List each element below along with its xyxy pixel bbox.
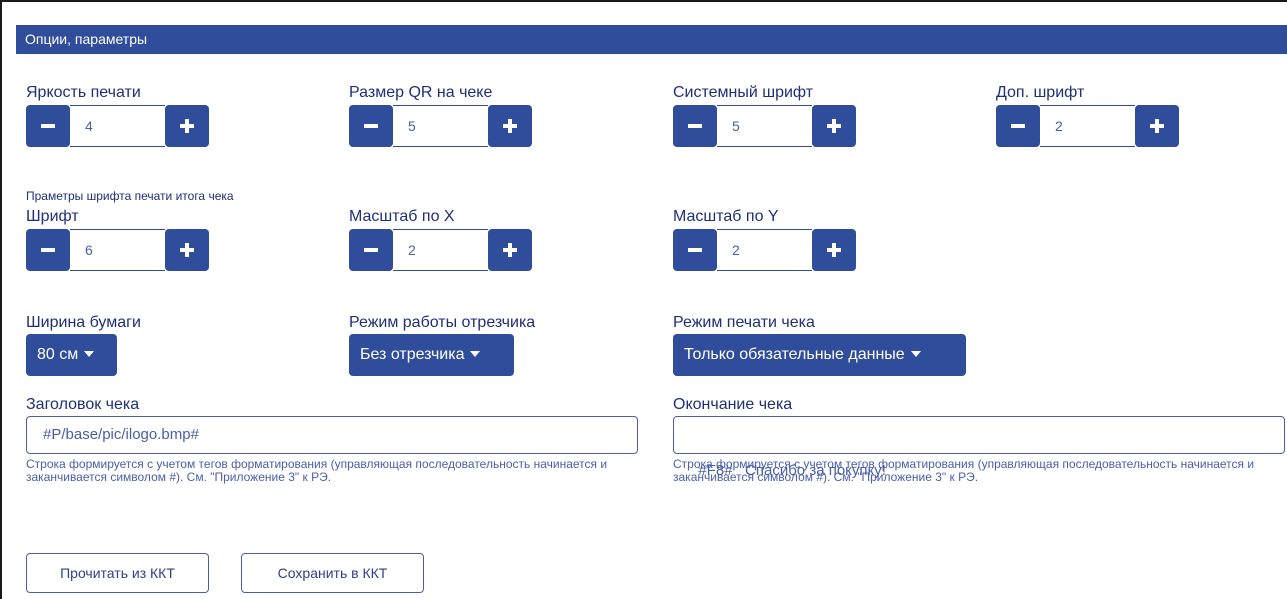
- receipt-header-label: Заголовок чека: [26, 396, 140, 413]
- paper-width-value: 80 см: [37, 346, 79, 363]
- decrement-button[interactable]: [26, 105, 70, 147]
- minus-icon: [41, 248, 55, 252]
- paper-width-label: Ширина бумаги: [26, 314, 141, 331]
- increment-button[interactable]: [1135, 105, 1179, 147]
- minus-icon: [364, 248, 378, 252]
- save-to-kkt-button[interactable]: Сохранить в ККТ: [241, 553, 424, 593]
- extra-font-field: Доп. шрифт 2: [996, 84, 1186, 148]
- system-font-label: Системный шрифт: [673, 84, 814, 101]
- caret-down-icon: [910, 350, 921, 357]
- decrement-button[interactable]: [349, 105, 393, 147]
- receipt-footer-input[interactable]: #F8# Спасибо за покупку!: [673, 416, 1285, 479]
- total-font-input[interactable]: 6: [70, 229, 165, 271]
- print-brightness-field: Яркость печати 4: [26, 84, 216, 148]
- system-font-input[interactable]: 5: [717, 105, 812, 147]
- increment-button[interactable]: [165, 229, 209, 271]
- print-mode-value: Только обязательные данные: [684, 346, 905, 363]
- minus-icon: [1011, 124, 1025, 128]
- scale-x-input[interactable]: 2: [393, 229, 488, 271]
- receipt-footer-label: Окончание чека: [673, 396, 793, 413]
- total-font-field: Шрифт 6: [26, 208, 216, 272]
- increment-button[interactable]: [812, 229, 856, 271]
- minus-icon: [688, 124, 702, 128]
- section-header: Опции, параметры: [16, 25, 1287, 54]
- decrement-button[interactable]: [26, 229, 70, 271]
- total-font-note: Праметры шрифта печати итога чека: [26, 189, 234, 203]
- scale-x-label: Масштаб по X: [349, 208, 455, 225]
- increment-button[interactable]: [488, 105, 532, 147]
- increment-button[interactable]: [165, 105, 209, 147]
- qr-size-input[interactable]: 5: [393, 105, 488, 147]
- system-font-field: Системный шрифт 5: [673, 84, 863, 148]
- minus-icon: [364, 124, 378, 128]
- scale-y-input[interactable]: 2: [717, 229, 812, 271]
- print-brightness-input[interactable]: 4: [70, 105, 165, 147]
- cutter-mode-label: Режим работы отрезчика: [349, 314, 536, 331]
- receipt-footer-help: Строка формируется с учетом тегов формат…: [673, 457, 1255, 484]
- scale-y-label: Масштаб по Y: [673, 208, 779, 225]
- qr-size-label: Размер QR на чеке: [349, 84, 493, 101]
- caret-down-icon: [84, 350, 95, 357]
- minus-icon: [688, 248, 702, 252]
- cutter-mode-value: Без отрезчика: [360, 346, 465, 363]
- decrement-button[interactable]: [673, 229, 717, 271]
- cutter-mode-dropdown[interactable]: Без отрезчика: [349, 334, 514, 376]
- receipt-header-help: Строка формируется с учетом тегов формат…: [26, 457, 608, 484]
- decrement-button[interactable]: [673, 105, 717, 147]
- qr-size-field: Размер QR на чеке 5: [349, 84, 539, 148]
- print-brightness-label: Яркость печати: [26, 84, 141, 101]
- extra-font-input[interactable]: 2: [1040, 105, 1135, 147]
- paper-width-dropdown[interactable]: 80 см: [26, 334, 117, 376]
- print-mode-label: Режим печати чека: [673, 314, 815, 331]
- minus-icon: [41, 124, 55, 128]
- receipt-header-input[interactable]: #P/base/pic/ilogo.bmp#: [26, 416, 638, 454]
- read-from-kkt-button[interactable]: Прочитать из ККТ: [26, 553, 209, 593]
- decrement-button[interactable]: [349, 229, 393, 271]
- increment-button[interactable]: [488, 229, 532, 271]
- print-mode-dropdown[interactable]: Только обязательные данные: [673, 334, 966, 376]
- scale-y-field: Масштаб по Y 2: [673, 208, 863, 272]
- total-font-label: Шрифт: [26, 208, 79, 225]
- decrement-button[interactable]: [996, 105, 1040, 147]
- section-title: Опции, параметры: [25, 31, 148, 47]
- caret-down-icon: [470, 350, 481, 357]
- scale-x-field: Масштаб по X 2: [349, 208, 539, 272]
- increment-button[interactable]: [812, 105, 856, 147]
- extra-font-label: Доп. шрифт: [996, 84, 1085, 101]
